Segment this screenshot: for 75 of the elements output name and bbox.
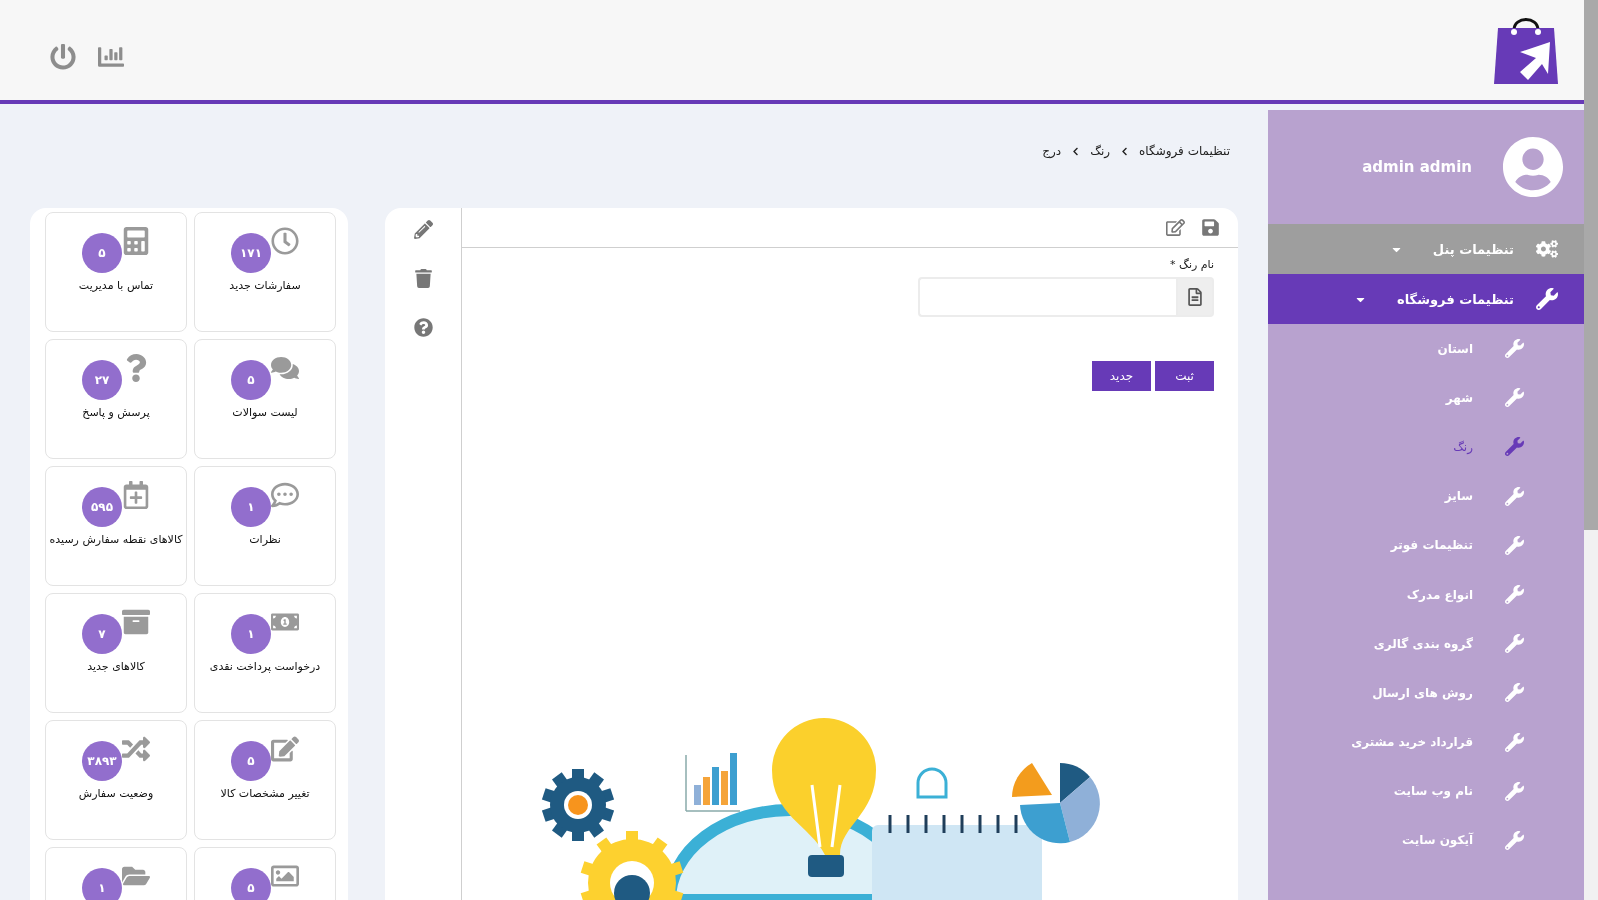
chevron-icon (1071, 146, 1081, 156)
tile-label: پرسش و پاسخ (82, 406, 150, 419)
wrench-icon (1505, 585, 1524, 605)
breadcrumb-item[interactable]: تنظیمات فروشگاه (1139, 144, 1230, 158)
dashboard-tile[interactable]: ۳۸۹۳ وضعیت سفارش (45, 720, 187, 840)
count-badge: ۵۹۵ (82, 487, 122, 527)
dashboard-tile[interactable]: ۵ تماس با مدیریت (45, 212, 187, 332)
tile-label: تماس با مدیریت (78, 279, 154, 292)
menu-group[interactable]: تنظیمات فروشگاه (1268, 274, 1584, 324)
count-badge: ۱ (231, 614, 271, 654)
calculator-icon (122, 227, 150, 255)
user-name: admin admin (1362, 158, 1472, 176)
help-icon[interactable] (413, 318, 433, 337)
save-icon[interactable] (1201, 218, 1220, 237)
count-badge: ۵ (231, 868, 271, 900)
clock-icon (271, 227, 299, 255)
dashboard-tile[interactable]: ۱ نظرات (194, 466, 336, 586)
tile-label: درخواست پرداخت نقدی (209, 660, 321, 673)
dashboard-tile[interactable]: ۲۷ پرسش و پاسخ (45, 339, 187, 459)
tile-label: نظرات (249, 533, 281, 546)
shuffle-icon (122, 735, 150, 763)
dashboard-tile[interactable]: ۵ تغییر مشخصات کالا (194, 720, 336, 840)
wrench-icon (1505, 781, 1524, 801)
tile-label: سفارشات جدید (229, 279, 301, 292)
submit-button[interactable]: ثبت (1155, 361, 1214, 391)
count-badge: ۱ (82, 868, 122, 900)
gears-icon (1536, 238, 1558, 260)
tile-label: کالاهای جدید (87, 660, 145, 673)
wrench-icon (1505, 437, 1524, 457)
count-badge: ۱ (231, 487, 271, 527)
delete-icon[interactable] (413, 269, 433, 288)
dashboard-tile[interactable]: ۱۷۱ سفارشات جدید (194, 212, 336, 332)
count-badge: ۵ (82, 233, 122, 273)
archive-icon (122, 608, 150, 636)
new-button[interactable]: جدید (1092, 361, 1151, 391)
wrench-icon (1505, 535, 1524, 555)
power-icon[interactable] (50, 44, 76, 70)
count-badge: ۱۷۱ (231, 233, 271, 273)
wrench-icon (1505, 634, 1524, 654)
wrench-icon (1505, 486, 1524, 506)
tile-label: وضعیت سفارش (78, 787, 154, 800)
tile-label: تغییر مشخصات کالا (220, 787, 310, 800)
user-avatar-icon (1502, 136, 1564, 198)
count-badge: ۵ (231, 360, 271, 400)
scrollbar-thumb[interactable] (1584, 0, 1598, 530)
wrench-icon (1505, 830, 1524, 850)
breadcrumb-item: درج (1042, 144, 1062, 158)
count-badge: ۷ (82, 614, 122, 654)
chevron-icon (1120, 146, 1130, 156)
bar-chart-icon[interactable] (98, 44, 124, 70)
tile-label: کالاهای نقطه سفارش رسیده (49, 533, 183, 546)
document-icon (1186, 288, 1204, 306)
chat-bubbles-icon (271, 354, 299, 382)
wrench-icon (1505, 683, 1524, 703)
wrench-icon (1505, 339, 1524, 359)
dashboard-tile[interactable]: ۱ درخواست پرداخت نقدی (194, 593, 336, 713)
tile-label: لیست سوالات (232, 406, 298, 419)
wrench-icon (1505, 732, 1524, 752)
dashboard-tile[interactable]: ۱ (45, 847, 187, 900)
comment-icon (271, 481, 299, 509)
count-badge: ۵ (231, 741, 271, 781)
edit-icon (271, 735, 299, 763)
wrench-icon (1505, 388, 1524, 408)
dashboard-tile[interactable]: ۵ (194, 847, 336, 900)
breadcrumb-item[interactable]: رنگ (1090, 144, 1111, 158)
edit-icon[interactable] (1166, 218, 1185, 237)
count-badge: ۳۸۹۳ (82, 741, 122, 781)
wrench-icon (1536, 288, 1558, 310)
dashboard-tile[interactable]: ۷ کالاهای جدید (45, 593, 187, 713)
field-label: نام رنگ * (1169, 258, 1214, 271)
count-badge: ۲۷ (82, 360, 122, 400)
dashboard-tile[interactable]: ۵۹۵ کالاهای نقطه سفارش رسیده (45, 466, 187, 586)
dashboard-tile[interactable]: ۵ لیست سوالات (194, 339, 336, 459)
calendar-icon (122, 481, 150, 509)
pencil-icon[interactable] (413, 220, 433, 239)
